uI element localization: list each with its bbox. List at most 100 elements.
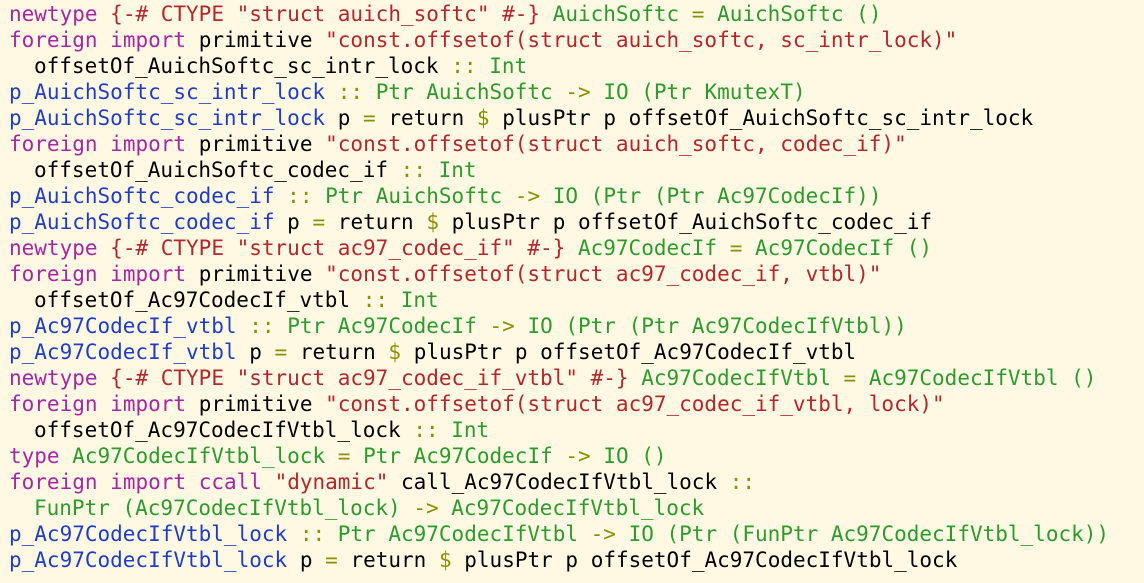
type-token: Int [438, 158, 477, 182]
operator-token: = [325, 548, 338, 572]
identifier-token: primitive [198, 262, 313, 286]
keyword-token: foreign [9, 132, 98, 156]
function-name-token: p_AuichSoftc_sc_intr_lock [9, 80, 326, 104]
code-line[interactable]: p_Ac97CodecIf_vtbl p = return $ plusPtr … [9, 339, 1144, 365]
code-line[interactable]: newtype {-# CTYPE "struct ac97_codec_if"… [9, 235, 1144, 261]
code-line[interactable]: p_Ac97CodecIf_vtbl :: Ptr Ac97CodecIf ->… [9, 313, 1144, 339]
identifier-token: offsetOf_AuichSoftc_codec_if [34, 158, 389, 182]
operator-token: = [363, 106, 376, 130]
code-editor[interactable]: newtype {-# CTYPE "struct auich_softc" #… [0, 0, 1144, 583]
type-token: Ptr AuichSoftc [375, 80, 553, 104]
operator-token: -> [565, 80, 591, 104]
type-token: Ac97CodecIfVtbl_lock [451, 496, 705, 520]
code-line[interactable]: newtype {-# CTYPE "struct auich_softc" #… [9, 1, 1144, 27]
code-line[interactable]: foreign import primitive "const.offsetof… [9, 261, 1144, 287]
keyword-token: foreign [9, 392, 98, 416]
code-line[interactable]: foreign import primitive "const.offsetof… [9, 391, 1144, 417]
code-line[interactable]: offsetOf_Ac97CodecIfVtbl_lock :: Int [9, 417, 1144, 443]
operator-token: :: [729, 470, 756, 494]
type-token: Int [400, 288, 439, 312]
type-token: IO (Ptr (Ptr Ac97CodecIfVtbl)) [527, 314, 907, 338]
code-line[interactable]: p_Ac97CodecIfVtbl_lock :: Ptr Ac97CodecI… [9, 521, 1144, 547]
identifier-token: plusPtr p offsetOf_Ac97CodecIfVtbl_lock [464, 548, 958, 572]
operator-token: :: [413, 418, 439, 442]
keyword-token: foreign [9, 470, 98, 494]
keyword-token: import [110, 392, 187, 416]
operator-token: :: [337, 80, 364, 104]
code-line[interactable]: FunPtr (Ac97CodecIfVtbl_lock) -> Ac97Cod… [9, 495, 1144, 521]
identifier-token: offsetOf_Ac97CodecIf_vtbl [34, 288, 351, 312]
code-line[interactable]: foreign import primitive "const.offsetof… [9, 131, 1144, 157]
identifier-token: call_Ac97CodecIfVtbl_lock [401, 470, 718, 494]
identifier-token: primitive [198, 28, 313, 52]
code-line[interactable]: newtype {-# CTYPE "struct ac97_codec_if_… [9, 365, 1144, 391]
code-line[interactable]: p_AuichSoftc_codec_if p = return $ plusP… [9, 209, 1144, 235]
code-line[interactable]: p_Ac97CodecIfVtbl_lock p = return $ plus… [9, 547, 1144, 573]
code-line[interactable]: offsetOf_AuichSoftc_codec_if :: Int [9, 157, 1144, 183]
function-name-token: p_AuichSoftc_codec_if [9, 184, 275, 208]
code-line[interactable]: type Ac97CodecIfVtbl_lock = Ptr Ac97Code… [9, 443, 1144, 469]
code-line[interactable]: foreign import primitive "const.offsetof… [9, 27, 1144, 53]
code-line[interactable]: offsetOf_Ac97CodecIf_vtbl :: Int [9, 287, 1144, 313]
type-token: AuichSoftc () [717, 2, 882, 26]
type-token: Ac97CodecIf [577, 236, 718, 260]
keyword-token: newtype [9, 366, 98, 390]
code-line[interactable]: p_AuichSoftc_sc_intr_lock :: Ptr AuichSo… [9, 79, 1144, 105]
code-line[interactable]: offsetOf_AuichSoftc_sc_intr_lock :: Int [9, 53, 1144, 79]
operator-token: = [729, 236, 743, 260]
code-line[interactable]: p_AuichSoftc_codec_if :: Ptr AuichSoftc … [9, 183, 1144, 209]
identifier-token: plusPtr p offsetOf_AuichSoftc_codec_if [451, 210, 933, 234]
operator-token: = [691, 2, 705, 26]
type-token: Ptr Ac97CodecIf [363, 444, 553, 468]
operator-token: -> [489, 314, 515, 338]
code-line[interactable]: foreign import ccall "dynamic" call_Ac97… [9, 469, 1144, 495]
type-token: AuichSoftc [552, 2, 680, 26]
identifier-token: return [350, 548, 427, 572]
operator-token: $ [426, 210, 439, 234]
code-line[interactable]: p_AuichSoftc_sc_intr_lock p = return $ p… [9, 105, 1144, 131]
